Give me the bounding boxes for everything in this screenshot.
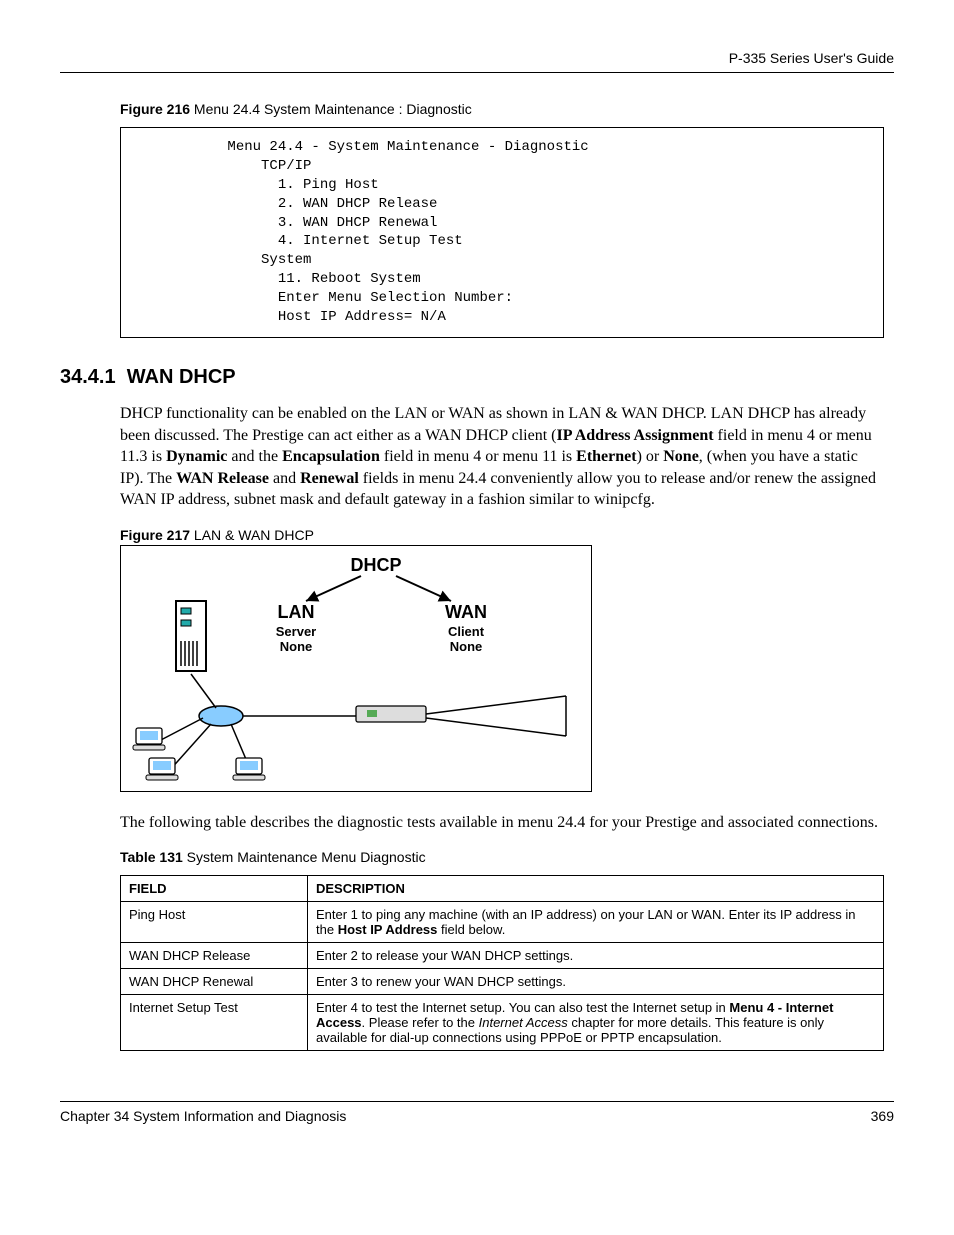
text: and the [227,448,282,465]
diagram-label-client: Client [448,624,485,639]
cell-desc: Enter 4 to test the Internet setup. You … [308,995,884,1051]
table-diagnostic: FIELD DESCRIPTION Ping Host Enter 1 to p… [120,875,884,1051]
section-number: 34.4.1 [60,366,116,388]
diagram-label-lan: LAN [278,602,315,622]
table-row: Internet Setup Test Enter 4 to test the … [121,995,884,1051]
footer-chapter: Chapter 34 System Information and Diagno… [60,1108,346,1124]
figure-216-title: Menu 24.4 System Maintenance : Diagnosti… [190,101,472,117]
table-row: WAN DHCP Renewal Enter 3 to renew your W… [121,969,884,995]
text-bold: Renewal [300,470,359,487]
figure-217-number: Figure 217 [120,527,190,543]
hub-icon [199,706,243,726]
text-bold: WAN Release [176,470,269,487]
terminal-menu-24-4: Menu 24.4 - System Maintenance - Diagnos… [120,127,884,338]
text-bold: None [663,448,699,465]
diagram-label-server: Server [276,624,316,639]
text: . Please refer to the [362,1015,479,1030]
cell-desc: Enter 3 to renew your WAN DHCP settings. [308,969,884,995]
diagram-label-wan: WAN [445,602,487,622]
text-bold: Encapsulation [282,448,380,465]
paragraph-wan-dhcp: DHCP functionality can be enabled on the… [120,403,884,511]
monitor-icon [233,758,265,780]
diagram-label-none: None [280,639,313,654]
figure-217-title: LAN & WAN DHCP [190,527,314,543]
table-row: Ping Host Enter 1 to ping any machine (w… [121,902,884,943]
table-row: WAN DHCP Release Enter 2 to release your… [121,943,884,969]
server-icon [176,601,206,671]
figure-216-number: Figure 216 [120,101,190,117]
section-heading: 34.4.1 WAN DHCP [60,366,894,389]
figure-216-caption: Figure 216 Menu 24.4 System Maintenance … [120,101,884,117]
text-bold: Host IP Address [338,922,438,937]
text: field below. [437,922,505,937]
cell-field: WAN DHCP Renewal [121,969,308,995]
diagram-label-none2: None [450,639,483,654]
table-131-number: Table 131 [120,849,183,865]
page-footer: Chapter 34 System Information and Diagno… [60,1101,894,1124]
header-rule [60,72,894,73]
text: and [269,470,300,487]
text: Enter 4 to test the Internet setup. You … [316,1000,729,1015]
table-131-caption: Table 131 System Maintenance Menu Diagno… [120,849,884,865]
router-icon [356,706,426,722]
cell-desc: Enter 1 to ping any machine (with an IP … [308,902,884,943]
text-italic: Internet Access [479,1015,568,1030]
paragraph-table-intro: The following table describes the diagno… [120,812,884,834]
text-bold: IP Address Assignment [556,427,713,444]
cell-field: WAN DHCP Release [121,943,308,969]
table-header-row: FIELD DESCRIPTION [121,876,884,902]
cell-field: Ping Host [121,902,308,943]
text-bold: Ethernet [576,448,636,465]
cell-desc: Enter 2 to release your WAN DHCP setting… [308,943,884,969]
wan-link-icon [426,696,566,736]
col-field: FIELD [121,876,308,902]
cell-field: Internet Setup Test [121,995,308,1051]
page-header: P-335 Series User's Guide [60,50,894,72]
figure-217-caption: Figure 217 LAN & WAN DHCP [120,527,884,543]
footer-page-number: 369 [871,1108,894,1124]
diagram-lan-wan-dhcp: DHCP LAN WAN Server None Client None [120,545,592,792]
diagram-label-dhcp: DHCP [350,555,401,575]
col-description: DESCRIPTION [308,876,884,902]
monitor-icon [146,758,178,780]
text: field in menu 4 or menu 11 is [380,448,576,465]
table-131-title: System Maintenance Menu Diagnostic [183,849,426,865]
text: ) or [637,448,664,465]
text-bold: Dynamic [166,448,227,465]
section-title: WAN DHCP [127,366,236,388]
monitor-icon [133,728,165,750]
